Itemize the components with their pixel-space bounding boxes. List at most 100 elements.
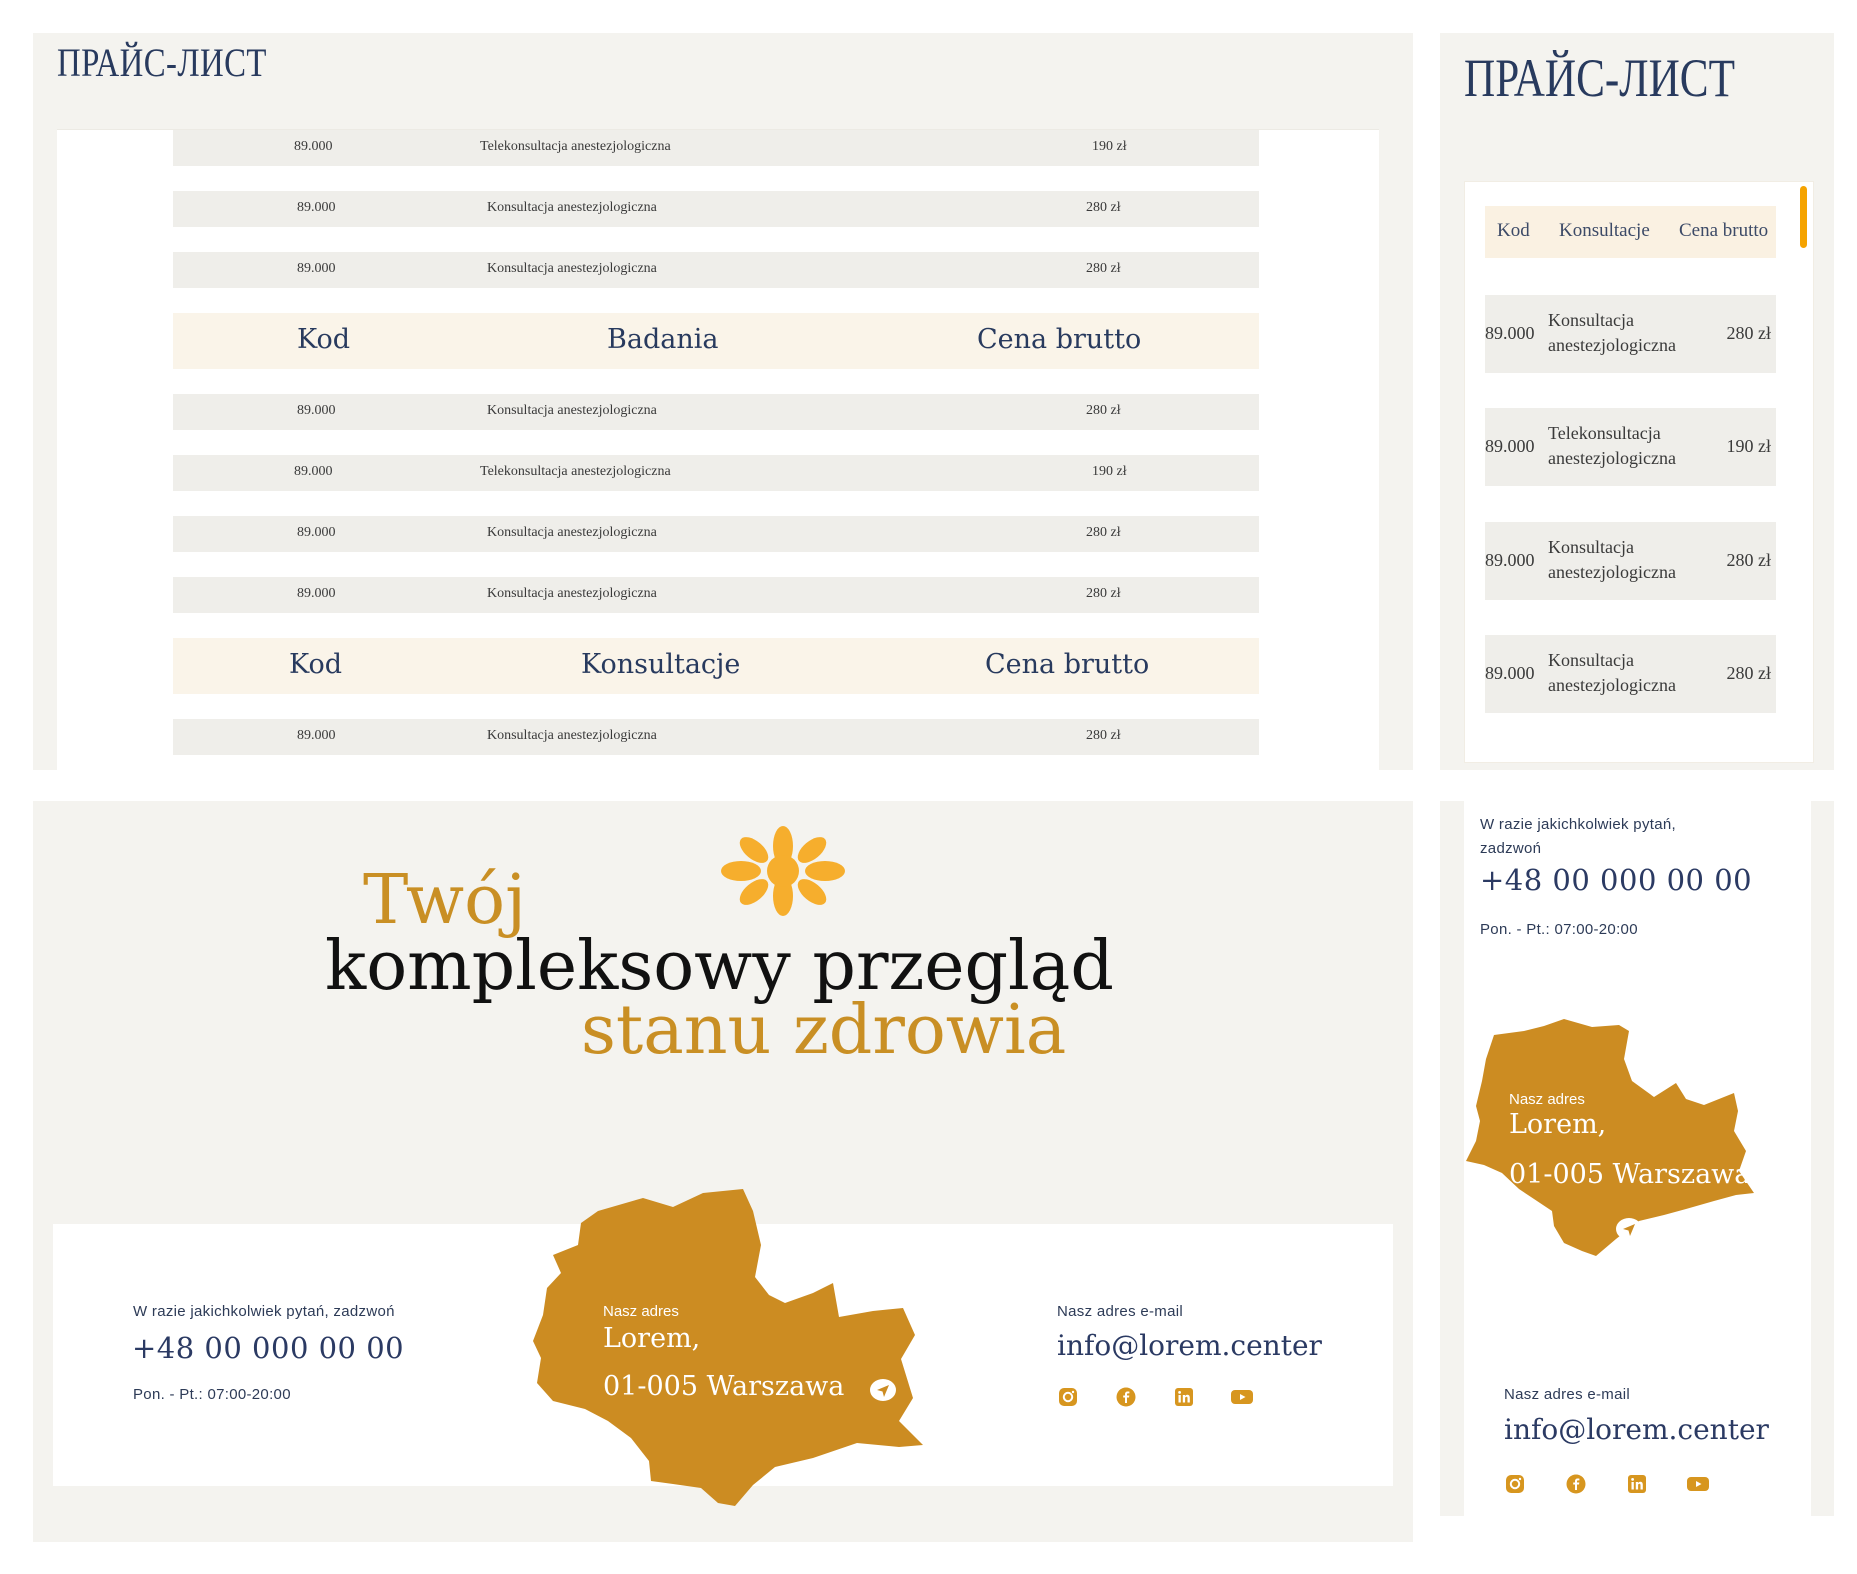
row-code: 89.000 (1485, 663, 1535, 683)
mobile-table-row: 89.000 Konsultacja anestezjologiczna 280… (1485, 635, 1776, 713)
header-code: Kod (297, 324, 350, 355)
row-price: 280 zł (1086, 261, 1121, 276)
row-name: Konsultacja anestezjologiczna (1548, 310, 1676, 355)
row-price: 280 zł (1726, 323, 1772, 343)
email-label: Nasz adres e-mail (1057, 1303, 1183, 1320)
mobile-table-header: Kod Konsultacje Cena brutto (1485, 206, 1776, 258)
address-label: Nasz adres (603, 1303, 679, 1320)
phone-label: W razie jakichkolwiek pytań, zadzwoń (133, 1303, 395, 1320)
mobile-table-row: 89.000 Konsultacja anestezjologiczna 280… (1485, 522, 1776, 600)
phone-number[interactable]: +48 00 000 00 00 (132, 1331, 404, 1365)
mobile-scrollbar-thumb[interactable] (1800, 186, 1807, 248)
row-code: 89.000 (297, 261, 336, 276)
navigate-icon[interactable] (870, 1378, 896, 1402)
mobile-contact-panel: W razie jakichkolwiek pytań, zadzwoń +48… (1440, 801, 1834, 1516)
warsaw-map[interactable] (523, 1183, 983, 1542)
table-row: 89.000 Konsultacja anestezjologiczna 280… (173, 191, 1259, 227)
phone-number[interactable]: +48 00 000 00 00 (1480, 863, 1752, 897)
header-code: Kod (1497, 220, 1530, 241)
header-price: Cena brutto (1679, 220, 1769, 241)
table-header-badania: Kod Badania Cena brutto (173, 313, 1259, 369)
email-label: Nasz adres e-mail (1504, 1386, 1630, 1403)
instagram-icon[interactable] (1057, 1386, 1079, 1408)
price-list-title: ПРАЙС-ЛИСТ (57, 40, 267, 85)
row-code: 89.000 (297, 200, 336, 215)
row-price: 280 zł (1086, 586, 1121, 601)
row-name: Konsultacja anestezjologiczna (487, 403, 657, 418)
mobile-price-table-card[interactable]: Kod Konsultacje Cena brutto 89.000 Konsu… (1464, 181, 1814, 763)
row-code: 89.000 (297, 525, 336, 540)
linkedin-icon[interactable] (1173, 1386, 1195, 1408)
mobile-price-list-panel: ПРАЙС-ЛИСТ Kod Konsultacje Cena brutto 8… (1440, 33, 1834, 770)
email-link[interactable]: info@lorem.center (1057, 1329, 1322, 1362)
header-name: Konsultacje (1559, 220, 1650, 241)
header-name: Konsultacje (581, 649, 741, 680)
row-price: 280 zł (1086, 200, 1121, 215)
row-price: 280 zł (1086, 728, 1121, 743)
row-name: Telekonsultacja anestezjologiczna (1548, 423, 1676, 468)
desktop-contact-panel: Twój kompleksowy przegląd stanu zdrowia … (33, 801, 1413, 1542)
opening-hours: Pon. - Pt.: 07:00-20:00 (1480, 921, 1638, 938)
row-code: 89.000 (294, 139, 333, 154)
row-price: 280 zł (1086, 525, 1121, 540)
row-name: Konsultacja anestezjologiczna (487, 200, 657, 215)
mobile-price-list-title: ПРАЙС-ЛИСТ (1464, 48, 1735, 108)
youtube-icon[interactable] (1687, 1473, 1709, 1495)
row-code: 89.000 (1485, 436, 1535, 456)
row-code: 89.000 (1485, 550, 1535, 570)
price-table: 89.000 Telekonsultacja anestezjologiczna… (173, 130, 1259, 770)
address-line-2: 01-005 Warszawa (603, 1371, 845, 1402)
row-price: 280 zł (1726, 663, 1772, 683)
row-price: 280 zł (1726, 550, 1772, 570)
table-row: 89.000 Konsultacja anestezjologiczna 280… (173, 516, 1259, 552)
row-name: Konsultacja anestezjologiczna (1548, 537, 1676, 582)
address-line-1: Lorem, (1509, 1109, 1607, 1140)
address-line-1: Lorem, (603, 1323, 701, 1354)
header-price: Cena brutto (985, 649, 1150, 680)
desktop-price-list-panel: ПРАЙС-ЛИСТ 89.000 Telekonsultacja aneste… (33, 33, 1413, 770)
table-row: 89.000 Telekonsultacja anestezjologiczna… (173, 130, 1259, 166)
facebook-icon[interactable] (1115, 1386, 1137, 1408)
header-code: Kod (289, 649, 342, 680)
asterisk-icon (721, 826, 845, 916)
table-row: 89.000 Konsultacja anestezjologiczna 280… (173, 252, 1259, 288)
row-name: Konsultacja anestezjologiczna (487, 586, 657, 601)
table-row: 89.000 Telekonsultacja anestezjologiczna… (173, 455, 1259, 491)
email-link[interactable]: info@lorem.center (1504, 1413, 1769, 1446)
facebook-icon[interactable] (1565, 1473, 1587, 1495)
youtube-icon[interactable] (1231, 1386, 1253, 1408)
navigate-icon[interactable] (1616, 1217, 1642, 1241)
mobile-table-row: 89.000 Telekonsultacja anestezjologiczna… (1485, 408, 1776, 486)
warsaw-map[interactable] (1464, 1001, 1811, 1291)
opening-hours: Pon. - Pt.: 07:00-20:00 (133, 1386, 291, 1403)
header-price: Cena brutto (977, 324, 1142, 355)
phone-label: W razie jakichkolwiek pytań, zadzwoń (1480, 816, 1676, 857)
table-row: 89.000 Konsultacja anestezjologiczna 280… (173, 394, 1259, 430)
table-header-konsultacje: Kod Konsultacje Cena brutto (173, 638, 1259, 694)
address-label: Nasz adres (1509, 1091, 1585, 1108)
row-price: 190 zł (1092, 464, 1127, 479)
mobile-contact-card: W razie jakichkolwiek pytań, zadzwoń +48… (1464, 801, 1811, 1516)
header-name: Badania (607, 324, 719, 355)
row-price: 190 zł (1092, 139, 1127, 154)
mobile-table-row: 89.000 Konsultacja anestezjologiczna 280… (1485, 295, 1776, 373)
row-code: 89.000 (297, 728, 336, 743)
hero-line-3: stanu zdrowia (581, 991, 1067, 1070)
row-name: Konsultacja anestezjologiczna (487, 525, 657, 540)
row-code: 89.000 (1485, 323, 1535, 343)
row-name: Konsultacja anestezjologiczna (1548, 650, 1676, 695)
row-name: Telekonsultacja anestezjologiczna (480, 139, 671, 154)
table-row: 89.000 Konsultacja anestezjologiczna 280… (173, 577, 1259, 613)
price-table-card[interactable]: 89.000 Telekonsultacja anestezjologiczna… (57, 129, 1379, 770)
row-name: Telekonsultacja anestezjologiczna (480, 464, 671, 479)
address-line-2: 01-005 Warszawa (1509, 1159, 1751, 1190)
instagram-icon[interactable] (1504, 1473, 1526, 1495)
row-code: 89.000 (297, 586, 336, 601)
row-name: Konsultacja anestezjologiczna (487, 728, 657, 743)
linkedin-icon[interactable] (1626, 1473, 1648, 1495)
row-price: 280 zł (1086, 403, 1121, 418)
table-row: 89.000 Konsultacja anestezjologiczna 280… (173, 719, 1259, 755)
row-code: 89.000 (297, 403, 336, 418)
row-name: Konsultacja anestezjologiczna (487, 261, 657, 276)
row-code: 89.000 (294, 464, 333, 479)
